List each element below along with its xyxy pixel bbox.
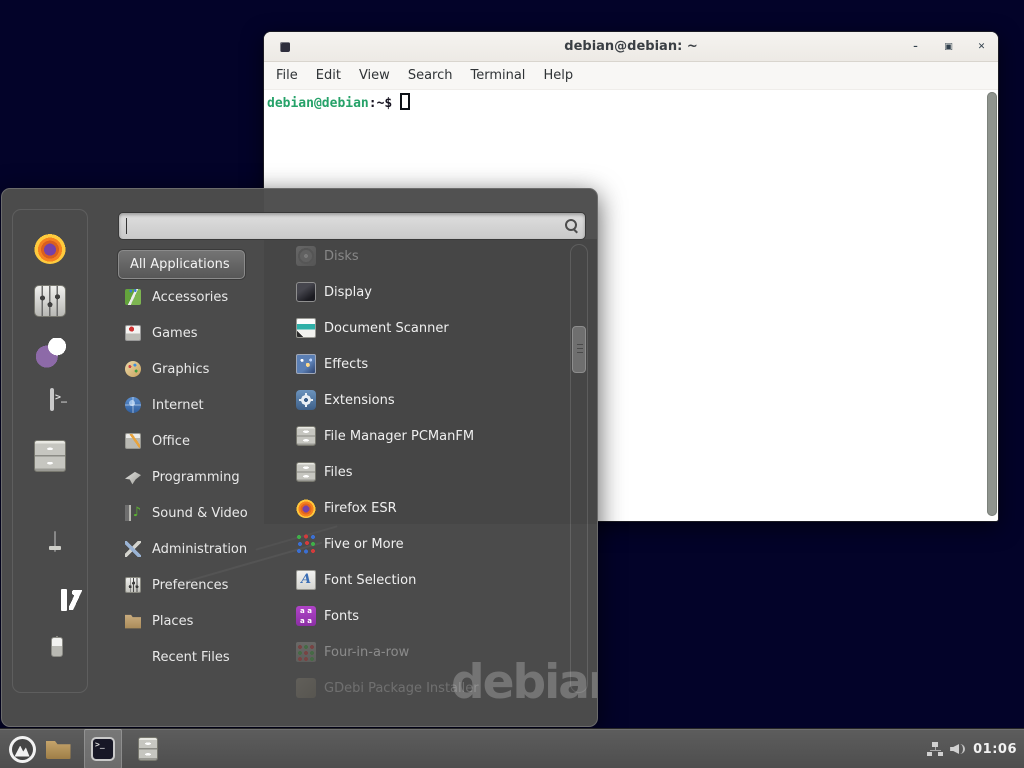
- disks-icon: [296, 246, 316, 266]
- app-files[interactable]: Files: [284, 454, 570, 490]
- office-icon: [125, 433, 141, 449]
- gdebi-icon: [296, 678, 316, 698]
- file-cabinet-icon: [296, 462, 316, 482]
- search-input[interactable]: [118, 212, 586, 240]
- app-extensions[interactable]: Extensions: [284, 382, 570, 418]
- favorite-pidgin-icon[interactable]: [34, 338, 66, 370]
- terminal-title: debian@debian: ~: [264, 32, 998, 62]
- menu-file[interactable]: File: [267, 62, 307, 90]
- internet-globe-icon: [125, 397, 141, 413]
- administration-tools-icon: [125, 541, 141, 557]
- favorite-files-icon[interactable]: [34, 440, 66, 472]
- taskbar-terminal-button[interactable]: [84, 729, 122, 768]
- category-all-applications[interactable]: All Applications: [118, 250, 245, 279]
- sound-video-icon: [125, 505, 141, 521]
- menu-terminal[interactable]: Terminal: [461, 62, 534, 90]
- category-administration[interactable]: Administration: [117, 531, 267, 567]
- shut-down-icon[interactable]: [56, 636, 58, 657]
- application-list: Disks Display Document Scanner Effects E…: [284, 238, 570, 706]
- terminal-titlebar[interactable]: debian@debian: ~ – ▣ ✕: [264, 32, 998, 62]
- volume-icon[interactable]: [950, 742, 966, 756]
- maximize-icon[interactable]: ▣: [942, 42, 955, 52]
- taskbar-file-manager-button[interactable]: [42, 729, 74, 768]
- file-cabinet-icon: [296, 426, 316, 446]
- menu-help[interactable]: Help: [534, 62, 582, 90]
- graphics-icon: [125, 361, 141, 377]
- app-four-in-a-row[interactable]: Four-in-a-row: [284, 634, 570, 670]
- lock-screen-icon[interactable]: [54, 531, 56, 552]
- menu-button[interactable]: [6, 729, 38, 768]
- network-icon[interactable]: [927, 742, 943, 756]
- clock[interactable]: 01:06: [973, 742, 1017, 757]
- category-graphics[interactable]: Graphics: [117, 351, 267, 387]
- menu-edit[interactable]: Edit: [307, 62, 350, 90]
- firefox-icon: [296, 498, 316, 518]
- folder-icon: [46, 739, 71, 759]
- app-firefox-esr[interactable]: Firefox ESR: [284, 490, 570, 526]
- extensions-gear-icon: [296, 390, 316, 410]
- effects-icon: [296, 354, 316, 374]
- display-icon: [296, 282, 316, 302]
- close-icon[interactable]: ✕: [975, 42, 988, 52]
- app-five-or-more[interactable]: Five or More: [284, 526, 570, 562]
- app-effects[interactable]: Effects: [284, 346, 570, 382]
- menu-view[interactable]: View: [350, 62, 399, 90]
- category-places[interactable]: Places: [117, 603, 267, 639]
- app-font-selection[interactable]: Font Selection: [284, 562, 570, 598]
- category-internet[interactable]: Internet: [117, 387, 267, 423]
- four-in-a-row-icon: [296, 642, 316, 662]
- favorite-control-panel-icon[interactable]: [34, 285, 66, 317]
- file-cabinet-icon: [138, 737, 158, 761]
- system-tray: 01:06: [927, 729, 1024, 768]
- menu-scrollbar-thumb[interactable]: [572, 326, 586, 373]
- app-display[interactable]: Display: [284, 274, 570, 310]
- taskbar-files-button[interactable]: [132, 729, 164, 768]
- desktop: debian@debian: ~ – ▣ ✕ File Edit View Se…: [0, 0, 1024, 768]
- terminal-prompt: debian@debian:~$: [264, 90, 998, 114]
- app-disks[interactable]: Disks: [284, 238, 570, 274]
- app-document-scanner[interactable]: Document Scanner: [284, 310, 570, 346]
- menu-search[interactable]: Search: [399, 62, 462, 90]
- accessories-icon: [125, 289, 141, 305]
- prompt-user-host: debian@debian: [267, 96, 369, 111]
- window-controls: – ▣ ✕: [909, 32, 988, 62]
- category-programming[interactable]: Programming: [117, 459, 267, 495]
- terminal-scrollbar[interactable]: [987, 92, 997, 516]
- favorites-panel: [12, 209, 88, 693]
- category-games[interactable]: Games: [117, 315, 267, 351]
- category-recent-files[interactable]: Recent Files: [117, 639, 267, 675]
- app-fonts[interactable]: Fonts: [284, 598, 570, 634]
- category-sound-video[interactable]: Sound & Video: [117, 495, 267, 531]
- terminal-cursor: [400, 93, 410, 110]
- programming-icon: [125, 469, 141, 485]
- menu-search: [118, 212, 586, 240]
- application-menu: debian All Applications Accessories Game…: [1, 188, 598, 727]
- preferences-sliders-icon: [125, 577, 141, 593]
- minimize-icon[interactable]: –: [909, 42, 922, 52]
- terminal-menubar: File Edit View Search Terminal Help: [264, 62, 998, 90]
- app-gdebi-package-installer[interactable]: GDebi Package Installer: [284, 670, 570, 706]
- games-icon: [125, 325, 141, 341]
- category-preferences[interactable]: Preferences: [117, 567, 267, 603]
- five-or-more-icon: [296, 534, 316, 554]
- places-folder-icon: [125, 613, 141, 629]
- favorite-terminal-icon[interactable]: [50, 388, 54, 411]
- search-icon: [565, 219, 578, 232]
- font-selection-icon: [296, 570, 316, 590]
- menu-logo-icon: [9, 736, 36, 763]
- taskbar: 01:06: [0, 728, 1024, 768]
- text-caret: [126, 218, 127, 234]
- category-list: Accessories Games Graphics Internet Offi…: [117, 279, 267, 675]
- prompt-suffix: :~$: [369, 96, 392, 111]
- menu-scrollbar-track[interactable]: [570, 244, 588, 693]
- fonts-icon: [296, 606, 316, 626]
- category-accessories[interactable]: Accessories: [117, 279, 267, 315]
- category-office[interactable]: Office: [117, 423, 267, 459]
- app-file-manager-pcmanfm[interactable]: File Manager PCManFM: [284, 418, 570, 454]
- favorite-firefox-icon[interactable]: [34, 232, 66, 264]
- document-scanner-icon: [296, 318, 316, 338]
- terminal-icon: [91, 737, 115, 761]
